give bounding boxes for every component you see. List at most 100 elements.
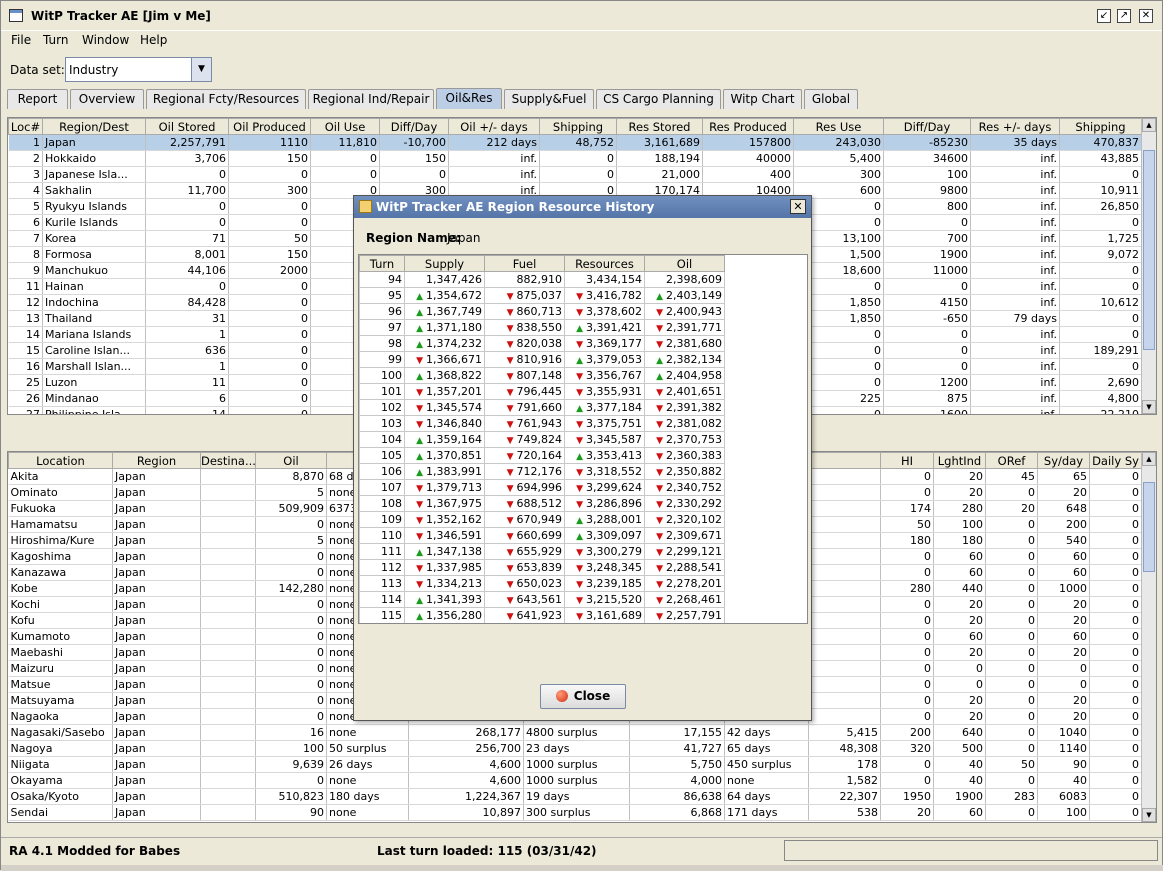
menu-help[interactable]: Help (140, 33, 167, 47)
table-row[interactable]: 106 ▲ 1,383,991 ▼ 712,176 ▼ 3,318,552 ▼ 2,350,88… (359, 463, 725, 480)
column-header[interactable]: Oil Stored (145, 118, 229, 135)
table-row[interactable]: Nagoya Japan 100 50 surplus 256,700 23 days 41… (8, 740, 1142, 757)
column-header[interactable]: Supply (404, 255, 485, 272)
tab-regional-fcty-resources[interactable]: Regional Fcty/Resources (146, 89, 306, 109)
column-header[interactable]: Resources (564, 255, 645, 272)
column-header[interactable]: Res Use (793, 118, 884, 135)
table-row[interactable]: 98 ▲ 1,374,232 ▼ 820,038 ▼ 3,369,177 ▼ 2,381,680 (359, 335, 725, 352)
table-row[interactable]: 104 ▲ 1,359,164 ▼ 749,824 ▼ 3,345,587 ▼ 2,370,75… (359, 431, 725, 448)
tab-overview[interactable]: Overview (70, 89, 144, 109)
table-row[interactable]: 3 Japanese Isla... 0 0 0 0 inf. 0 21,000 400 300 10… (8, 166, 1142, 183)
column-header[interactable]: Destina... (200, 452, 256, 469)
column-header[interactable]: Loc# (8, 118, 43, 135)
column-header[interactable] (808, 452, 881, 469)
table-row[interactable]: 99 ▼ 1,366,671 ▼ 810,916 ▲ 3,379,053 ▲ 2,382,134 (359, 351, 725, 368)
table-row[interactable]: 1 Japan 2,257,791 1110 11,810 -10,700 212 days… (8, 134, 1142, 151)
table-row[interactable]: 2 Hokkaido 3,706 150 0 150 inf. 0 188,194 40000 5,… (8, 150, 1142, 167)
table-row[interactable]: Okayama Japan 0 none 4,600 1000 surplus 4,000 n… (8, 772, 1142, 789)
minimize-icon[interactable]: ↙ (1097, 9, 1111, 23)
table-row[interactable]: 107 ▼ 1,379,713 ▼ 694,996 ▼ 3,299,624 ▼ 2,340,75… (359, 479, 725, 496)
table-row[interactable]: 96 ▲ 1,367,749 ▼ 860,713 ▼ 3,378,602 ▼ 2,400,943 (359, 303, 725, 320)
column-header[interactable]: Fuel (484, 255, 565, 272)
tab-oil-res[interactable]: Oil&Res (436, 88, 502, 109)
table-row[interactable]: 108 ▼ 1,367,975 ▼ 688,512 ▼ 3,286,896 ▼ 2,330,29… (359, 495, 725, 512)
dataset-select[interactable]: Industry ▼ (65, 57, 212, 82)
column-header[interactable]: Oil Produced (228, 118, 311, 135)
column-header[interactable]: Location (8, 452, 113, 469)
tab-supply-fuel[interactable]: Supply&Fuel (504, 89, 594, 109)
scroll-thumb[interactable] (1143, 482, 1155, 572)
dialog-title-bar[interactable]: WitP Tracker AE Region Resource History … (354, 196, 811, 218)
column-header[interactable]: Sy/day (1037, 452, 1090, 469)
turn-cell: 109 (359, 511, 405, 528)
table-row[interactable]: 100 ▲ 1,368,822 ▼ 807,148 ▼ 3,356,767 ▲ 2,404,95… (359, 367, 725, 384)
column-header[interactable]: Region/Dest (42, 118, 146, 135)
table-row[interactable]: Nagasaki/Sasebo Japan 16 none 268,177 4800 su… (8, 724, 1142, 741)
table-row[interactable]: 113 ▼ 1,334,213 ▼ 650,023 ▼ 3,239,185 ▼ 2,278,20… (359, 575, 725, 592)
tab-regional-ind-repair[interactable]: Regional Ind/Repair (308, 89, 434, 109)
table-cell: Nagoya (8, 740, 113, 757)
scroll-thumb[interactable] (1143, 150, 1155, 350)
scroll-up-icon[interactable]: ▲ (1142, 118, 1156, 132)
dialog-close-icon[interactable]: ✕ (790, 199, 806, 214)
menu-window[interactable]: Window (82, 33, 129, 47)
table-row[interactable]: 94 1,347,426 882,910 3,434,154 2,398,609 (359, 271, 725, 288)
column-header[interactable]: Oil (644, 255, 725, 272)
table-cell: 0 (985, 580, 1038, 597)
menu-turn[interactable]: Turn (43, 33, 68, 47)
value-cell: ▲ 3,379,053 (564, 351, 645, 368)
table-row[interactable]: 112 ▼ 1,337,985 ▼ 653,839 ▼ 3,248,345 ▼ 2,288,54… (359, 559, 725, 576)
column-header[interactable]: Diff/Day (379, 118, 449, 135)
column-header[interactable]: Region (112, 452, 201, 469)
column-header[interactable]: Shipping (539, 118, 617, 135)
column-header[interactable]: Oil (255, 452, 327, 469)
column-header[interactable]: Res Produced (702, 118, 794, 135)
table-row[interactable]: 111 ▲ 1,347,138 ▼ 655,929 ▼ 3,300,279 ▼ 2,299,12… (359, 543, 725, 560)
tab-global[interactable]: Global (804, 89, 858, 109)
column-header[interactable]: Diff/Day (883, 118, 971, 135)
column-header[interactable]: Daily Sy (1089, 452, 1142, 469)
table-row[interactable]: 110 ▼ 1,346,591 ▼ 660,699 ▲ 3,309,097 ▼ 2,309,67… (359, 527, 725, 544)
table-row[interactable]: 97 ▲ 1,371,180 ▼ 838,550 ▲ 3,391,421 ▼ 2,391,771 (359, 319, 725, 336)
table-cell: 0 (985, 804, 1038, 821)
close-window-icon[interactable]: ✕ (1139, 9, 1153, 23)
scroll-down-icon[interactable]: ▼ (1142, 808, 1156, 822)
column-header[interactable]: Oil +/- days (448, 118, 540, 135)
down-arrow-icon: ▼ (506, 292, 514, 302)
top-table-scrollbar[interactable]: ▲ ▼ (1141, 118, 1156, 414)
column-header[interactable]: LghtInd (933, 452, 986, 469)
table-row[interactable]: 95 ▲ 1,354,672 ▼ 875,037 ▼ 3,416,782 ▲ 2,403,149 (359, 287, 725, 304)
table-row[interactable]: Sendai Japan 90 none 10,897 300 surplus 6,868 1… (8, 804, 1142, 821)
bottom-table-scrollbar[interactable]: ▲ ▼ (1141, 452, 1156, 822)
resource-history-table[interactable]: Turn Supply Fuel Resources Oil 94 1,347,426 88… (358, 254, 808, 624)
maximize-icon[interactable]: ↗ (1117, 9, 1131, 23)
scroll-down-icon[interactable]: ▼ (1142, 400, 1156, 414)
column-header[interactable]: Turn (359, 255, 405, 272)
tab-report[interactable]: Report (7, 89, 68, 109)
tab-witp-chart[interactable]: Witp Chart (723, 89, 802, 109)
status-last-turn: Last turn loaded: 115 (03/31/42) (377, 844, 597, 858)
column-header[interactable]: Oil Use (310, 118, 380, 135)
table-row[interactable]: Osaka/Kyoto Japan 510,823 180 days 1,224,367… (8, 788, 1142, 805)
table-row[interactable]: 101 ▼ 1,357,201 ▼ 796,445 ▼ 3,355,931 ▼ 2,401,65… (359, 383, 725, 400)
column-header[interactable]: Res Stored (616, 118, 703, 135)
value-cell: 3,434,154 (564, 271, 645, 288)
scroll-up-icon[interactable]: ▲ (1142, 452, 1156, 466)
table-row[interactable]: 114 ▲ 1,341,393 ▼ 643,561 ▼ 3,215,520 ▼ 2,268,46… (359, 591, 725, 608)
table-row[interactable]: 109 ▼ 1,352,162 ▼ 670,949 ▲ 3,288,001 ▼ 2,320,10… (359, 511, 725, 528)
table-row[interactable]: 115 ▲ 1,356,280 ▼ 641,923 ▼ 3,161,689 ▼ 2,257,79… (359, 607, 725, 623)
table-row[interactable]: 105 ▲ 1,370,851 ▼ 720,164 ▲ 3,353,413 ▼ 2,360,38… (359, 447, 725, 464)
table-row[interactable]: 102 ▼ 1,345,574 ▼ 791,660 ▲ 3,377,184 ▼ 2,391,38… (359, 399, 725, 416)
column-header[interactable]: HI (880, 452, 934, 469)
down-arrow-icon: ▼ (656, 436, 664, 446)
table-row[interactable]: 103 ▼ 1,346,840 ▼ 761,943 ▼ 3,375,751 ▼ 2,381,08… (359, 415, 725, 432)
column-header[interactable]: ORef (985, 452, 1038, 469)
menu-file[interactable]: File (11, 33, 31, 47)
table-row[interactable]: Niigata Japan 9,639 26 days 4,600 1000 surplu… (8, 756, 1142, 773)
close-button[interactable]: Close (540, 684, 626, 709)
chevron-down-icon[interactable]: ▼ (191, 58, 211, 81)
column-header[interactable]: Res +/- days (970, 118, 1060, 135)
column-header[interactable]: Shipping (1059, 118, 1142, 135)
tab-cs-cargo-planning[interactable]: CS Cargo Planning (596, 89, 721, 109)
table-cell: 100 (883, 166, 971, 183)
